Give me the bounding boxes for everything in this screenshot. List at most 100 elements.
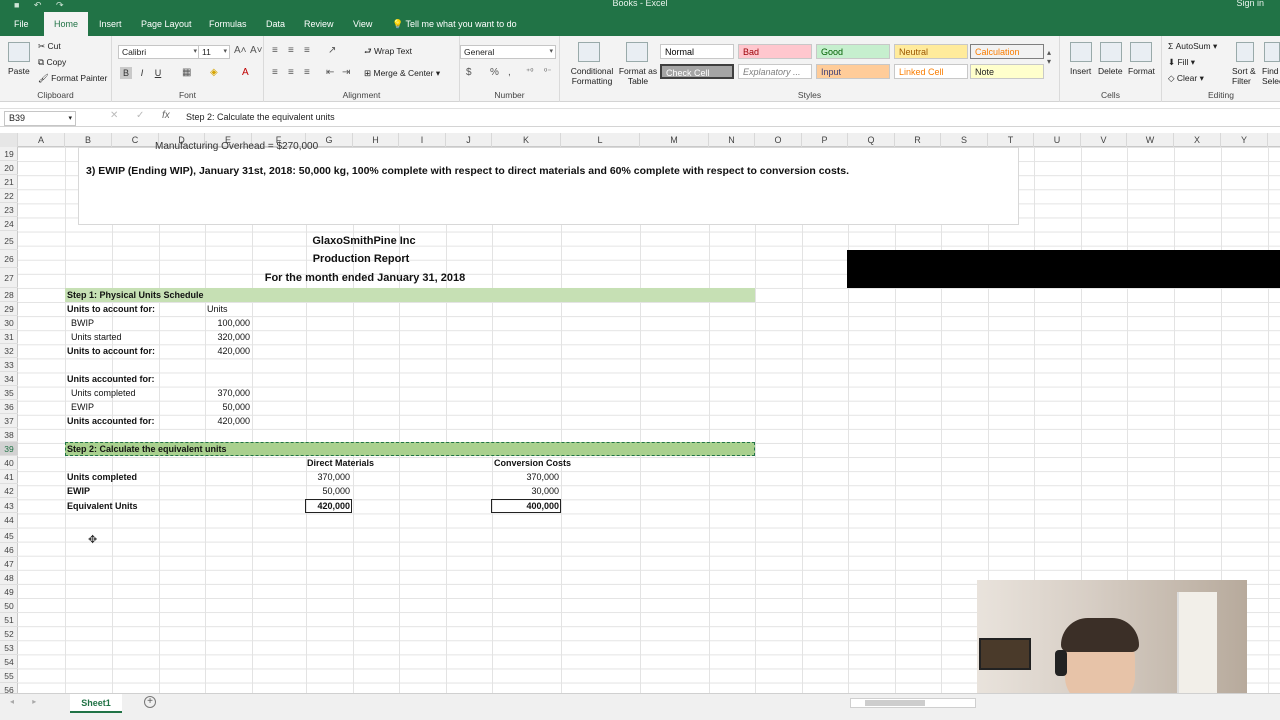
row-header[interactable]: 46 [0, 543, 18, 557]
tab-formulas[interactable]: Formulas [209, 12, 247, 36]
row-header[interactable]: 21 [0, 175, 18, 189]
row-header[interactable]: 22 [0, 189, 18, 203]
bold-button[interactable]: B [120, 67, 132, 79]
column-header[interactable]: A [18, 133, 65, 147]
row-header[interactable]: 51 [0, 613, 18, 627]
units-to-account-total[interactable]: 420,000 [205, 344, 250, 358]
column-header[interactable]: J [446, 133, 492, 147]
column-header[interactable]: O [755, 133, 802, 147]
delete-cells-icon[interactable] [1100, 42, 1122, 62]
units-completed-label[interactable]: Units completed [71, 386, 136, 400]
align-top-icon[interactable]: ≡ [272, 45, 278, 56]
column-header[interactable]: L [561, 133, 640, 147]
find-select-icon[interactable] [1264, 42, 1280, 62]
style-check-cell[interactable]: Check Cell [660, 64, 734, 79]
paste-icon[interactable] [8, 42, 30, 62]
align-left-icon[interactable]: ≡ [272, 67, 278, 78]
merge-center-button[interactable]: ⊞ Merge & Center ▾ [364, 68, 440, 79]
row-header[interactable]: 29 [0, 302, 18, 316]
equivalent-units-label[interactable]: Equivalent Units [67, 499, 138, 513]
insert-cells-button[interactable]: Insert [1070, 66, 1091, 76]
row-header[interactable]: 38 [0, 428, 18, 442]
dm-completed-value[interactable]: 370,000 [306, 470, 350, 484]
eu-units-completed-label[interactable]: Units completed [67, 470, 137, 484]
bwip-label[interactable]: BWIP [71, 316, 94, 330]
eu-ewip-label[interactable]: EWIP [67, 484, 90, 498]
align-center-icon[interactable]: ≡ [288, 67, 294, 78]
align-middle-icon[interactable]: ≡ [288, 45, 294, 56]
sign-in-link[interactable]: Sign in [1236, 0, 1264, 8]
units-accounted-total[interactable]: 420,000 [205, 414, 250, 428]
style-note[interactable]: Note [970, 64, 1044, 79]
sheet-nav-arrows-icon[interactable]: ◂ ▸ [10, 697, 44, 706]
row-header[interactable]: 44 [0, 513, 18, 529]
column-header[interactable]: N [709, 133, 755, 147]
tab-review[interactable]: Review [304, 12, 334, 36]
column-header[interactable]: R [895, 133, 941, 147]
format-as-table-button[interactable]: Format as Table [616, 66, 660, 86]
tab-insert[interactable]: Insert [99, 12, 122, 36]
decrease-indent-icon[interactable]: ⇤ [326, 67, 334, 78]
step1-header[interactable]: Step 1: Physical Units Schedule [67, 288, 204, 302]
dm-ewip-value[interactable]: 50,000 [306, 484, 350, 498]
delete-cells-button[interactable]: Delete [1098, 66, 1123, 76]
fill-button[interactable]: ⬇ Fill ▾ [1168, 57, 1195, 68]
row-header[interactable]: 48 [0, 571, 18, 585]
company-name[interactable]: GlaxoSmithPine Inc [252, 233, 476, 249]
row-header[interactable]: 34 [0, 372, 18, 386]
units-to-account-total-label[interactable]: Units to account for: [67, 344, 155, 358]
font-color-icon[interactable]: A [242, 67, 249, 78]
select-all-corner[interactable] [0, 133, 18, 147]
sort-filter-button[interactable]: Sort & Filter [1232, 66, 1260, 86]
currency-button[interactable]: $ [466, 67, 472, 78]
grow-font-icon[interactable]: A˄ [234, 45, 247, 56]
tab-view[interactable]: View [353, 12, 372, 36]
column-header[interactable]: V [1081, 133, 1127, 147]
find-select-button[interactable]: Find & Select [1262, 66, 1280, 86]
row-header[interactable]: 50 [0, 599, 18, 613]
row-header[interactable]: 23 [0, 203, 18, 217]
tab-data[interactable]: Data [266, 12, 285, 36]
tell-me-search[interactable]: 💡 Tell me what you want to do [392, 12, 517, 37]
row-header[interactable]: 33 [0, 358, 18, 372]
row-header[interactable]: 41 [0, 470, 18, 484]
cc-completed-value[interactable]: 370,000 [492, 470, 559, 484]
enter-check-icon[interactable]: ✓ [136, 110, 144, 121]
horizontal-scrollbar[interactable] [850, 698, 976, 708]
cc-equivalent-units[interactable]: 400,000 [492, 499, 559, 513]
units-started-value[interactable]: 320,000 [205, 330, 250, 344]
conditional-formatting-icon[interactable] [578, 42, 600, 62]
font-size-select[interactable]: 11 ▾ [198, 45, 230, 59]
scrollbar-thumb[interactable] [865, 700, 925, 706]
dm-equivalent-units[interactable]: 420,000 [306, 499, 350, 513]
align-right-icon[interactable]: ≡ [304, 67, 310, 78]
row-header[interactable]: 20 [0, 161, 18, 175]
bwip-value[interactable]: 100,000 [205, 316, 250, 330]
row-header[interactable]: 42 [0, 484, 18, 498]
conversion-costs-header[interactable]: Conversion Costs [494, 456, 571, 470]
units-to-account-label[interactable]: Units to account for: [67, 302, 155, 316]
column-header[interactable]: S [941, 133, 988, 147]
insert-cells-icon[interactable] [1070, 42, 1092, 62]
ewip-label[interactable]: EWIP [71, 400, 94, 414]
style-input[interactable]: Input [816, 64, 890, 79]
column-header[interactable]: Y [1221, 133, 1268, 147]
formula-input[interactable]: Step 2: Calculate the equivalent units [186, 110, 335, 125]
paste-button[interactable]: Paste [8, 66, 30, 76]
style-explanatory[interactable]: Explanatory ... [738, 64, 812, 79]
comma-button[interactable]: , [508, 67, 511, 78]
row-header[interactable]: 54 [0, 655, 18, 669]
number-format-select[interactable]: General ▾ [460, 45, 556, 59]
column-header[interactable]: Q [848, 133, 895, 147]
row-header[interactable]: 53 [0, 641, 18, 655]
row-header[interactable]: 52 [0, 627, 18, 641]
cut-button[interactable]: ✂ Cut [38, 41, 61, 52]
percent-button[interactable]: % [490, 67, 499, 78]
row-header[interactable]: 55 [0, 669, 18, 683]
cancel-icon[interactable]: ✕ [110, 110, 118, 121]
column-header[interactable]: T [988, 133, 1034, 147]
clear-button[interactable]: ◇ Clear ▾ [1168, 73, 1204, 84]
column-header[interactable]: B [65, 133, 112, 147]
wrap-text-button[interactable]: ⮐ Wrap Text [364, 46, 412, 60]
problem-text-box[interactable]: Manufacturing Overhead = $270,000 3) EWI… [78, 141, 1019, 225]
